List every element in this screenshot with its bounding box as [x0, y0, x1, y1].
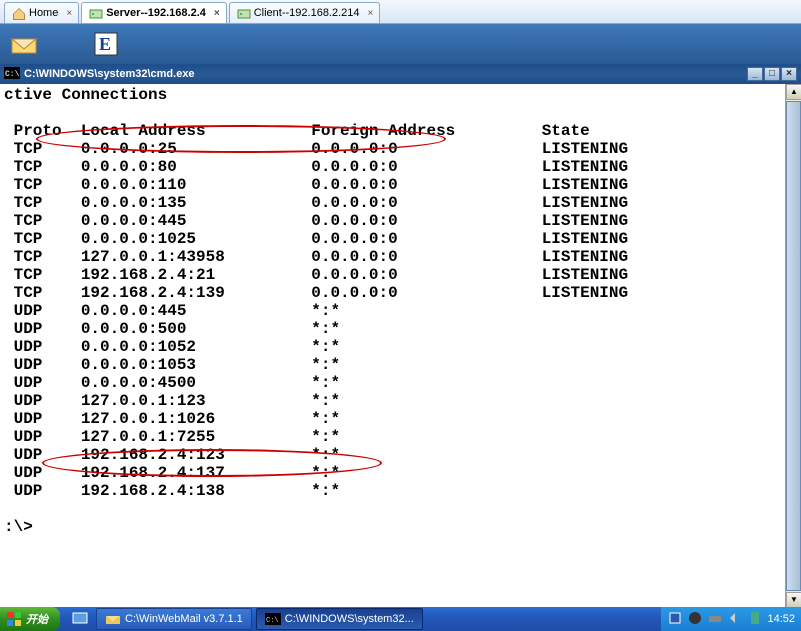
taskbar-item-mail[interactable]: C:\WinWebMail v3.7.1.1 [96, 608, 252, 630]
desktop-icon[interactable] [68, 610, 92, 629]
taskbar: 开始 C:\WinWebMail v3.7.1.1 C:\ C:\WINDOWS… [0, 607, 801, 631]
tab-label: Home [29, 7, 58, 19]
tray-icon[interactable] [707, 610, 723, 629]
tab-server[interactable]: Server--192.168.2.4 × [81, 2, 227, 23]
scroll-down-button[interactable]: ▼ [786, 592, 801, 608]
svg-text:E: E [99, 34, 111, 54]
toolbar: E [0, 24, 801, 64]
tab-client[interactable]: Client--192.168.2.214 × [229, 2, 381, 23]
tabs-bar: Home × Server--192.168.2.4 × Client--192… [0, 0, 801, 24]
vertical-scrollbar[interactable]: ▲ ▼ [785, 84, 801, 608]
terminal-icon: C:\ [4, 65, 20, 84]
tray-icon[interactable] [747, 610, 763, 629]
tray-icon[interactable] [727, 610, 743, 629]
close-icon[interactable]: × [66, 8, 72, 19]
system-tray: 14:52 [661, 607, 801, 631]
editor-button[interactable]: E [90, 28, 122, 60]
scroll-up-button[interactable]: ▲ [786, 84, 801, 100]
taskbar-item-cmd[interactable]: C:\ C:\WINDOWS\system32... [256, 608, 423, 630]
client-icon [236, 6, 250, 20]
svg-text:C:\: C:\ [266, 617, 279, 625]
start-label: 开始 [26, 611, 48, 627]
cmd-window: C:\ C:\WINDOWS\system32\cmd.exe _ □ × ct… [0, 64, 801, 609]
tray-icon[interactable] [667, 610, 683, 629]
close-icon[interactable]: × [214, 8, 220, 19]
tab-home[interactable]: Home × [4, 2, 79, 23]
maximize-button[interactable]: □ [764, 67, 780, 81]
cmd-title: C:\WINDOWS\system32\cmd.exe [24, 68, 746, 80]
tray-icon[interactable] [687, 610, 703, 629]
cmd-titlebar: C:\ C:\WINDOWS\system32\cmd.exe _ □ × [0, 64, 801, 84]
mail-button[interactable] [8, 28, 40, 60]
close-icon[interactable]: × [368, 8, 374, 19]
taskbar-item-label: C:\WINDOWS\system32... [285, 613, 414, 625]
close-button[interactable]: × [781, 67, 797, 81]
home-icon [11, 6, 25, 20]
server-icon [88, 6, 102, 20]
tab-label: Server--192.168.2.4 [106, 7, 206, 19]
taskbar-item-label: C:\WinWebMail v3.7.1.1 [125, 613, 243, 625]
clock: 14:52 [767, 613, 795, 625]
minimize-button[interactable]: _ [747, 67, 763, 81]
scroll-thumb[interactable] [786, 101, 801, 591]
tab-label: Client--192.168.2.214 [254, 7, 360, 19]
cmd-output: ctive Connections Proto Local Address Fo… [0, 84, 801, 608]
svg-text:C:\: C:\ [5, 70, 20, 79]
start-button[interactable]: 开始 [0, 607, 60, 631]
